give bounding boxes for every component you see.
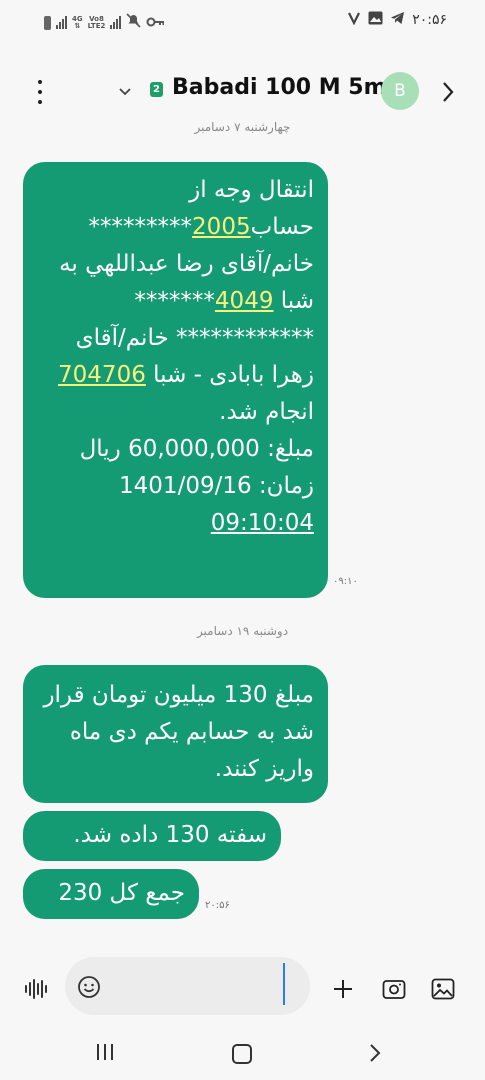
date-separator: چهارشنبه ۷ دسامبر xyxy=(194,120,291,134)
message-text: سفته 130 داده شد. xyxy=(73,822,267,848)
date-separator: دوشنبه ۱۹ دسامبر xyxy=(196,624,289,638)
status-icons-left: 4G ⇅ Vo8 LTE2 xyxy=(44,13,165,32)
message-text: جمع کل 230 xyxy=(58,880,185,906)
voice-input-icon[interactable] xyxy=(25,979,47,999)
message-text: ******* xyxy=(134,288,215,314)
message-text: انجام شد. xyxy=(219,399,314,425)
account-number-link[interactable]: 2005 xyxy=(192,214,251,240)
camera-icon[interactable] xyxy=(382,978,406,1004)
message-text: ********* xyxy=(88,214,193,240)
message-bubble[interactable]: انتقال وجه از حساب2005********* خانم/آقا… xyxy=(23,162,328,598)
telegram-icon xyxy=(390,10,405,29)
time-label: زمان: xyxy=(251,473,314,499)
volte-badge-icon: Vo8 LTE2 xyxy=(87,14,106,30)
amount-unit: ریال xyxy=(79,436,129,462)
amount-value: 60,000,000 xyxy=(128,436,260,462)
key-icon xyxy=(146,13,165,32)
status-icons-right: ۲۰:۵۶ xyxy=(347,10,447,29)
signal-bars-icon xyxy=(56,16,67,29)
conversation-header: 2 Babadi 100 M 5m B xyxy=(0,60,485,122)
battery-icon xyxy=(44,15,51,30)
mute-icon xyxy=(126,13,141,32)
sheba-number-link[interactable]: 4049 xyxy=(215,288,274,314)
back-button[interactable] xyxy=(368,1042,382,1068)
reference-number-link[interactable]: 704706 xyxy=(58,362,146,388)
gallery-icon[interactable] xyxy=(431,978,455,1004)
contact-name[interactable]: Babadi 100 M 5m xyxy=(172,75,387,100)
plus-icon[interactable] xyxy=(332,978,354,1004)
chevron-right-icon[interactable] xyxy=(440,80,456,108)
image-icon xyxy=(368,10,383,29)
home-button[interactable] xyxy=(232,1044,252,1064)
more-options-icon[interactable] xyxy=(30,80,50,104)
message-bubble[interactable]: مبلغ 130 میلیون تومان قرار شد به حسابم ی… xyxy=(23,665,328,803)
text-cursor xyxy=(283,963,285,1005)
check-icon xyxy=(347,10,361,29)
transaction-time-link[interactable]: 09:10:04 xyxy=(211,510,314,536)
emoji-icon[interactable] xyxy=(77,975,101,1003)
message-bubble[interactable]: جمع کل 230 xyxy=(23,869,199,919)
message-bubble[interactable]: سفته 130 داده شد. xyxy=(23,811,281,861)
status-time: ۲۰:۵۶ xyxy=(412,11,447,28)
chevron-down-icon[interactable] xyxy=(118,82,132,101)
status-bar: 4G ⇅ Vo8 LTE2 ۲۰:۵۶ xyxy=(0,0,485,44)
message-input[interactable] xyxy=(65,957,310,1015)
amount-label: مبلغ: xyxy=(259,436,314,462)
message-time: ۲۰:۵۶ xyxy=(205,900,230,911)
avatar[interactable]: B xyxy=(381,72,419,110)
network-badge-icon: 4G ⇅ xyxy=(72,14,83,30)
message-text: مبلغ 130 میلیون تومان قرار شد به حسابم ی… xyxy=(43,682,314,782)
message-time: ۰۹:۱۰ xyxy=(333,576,358,587)
sim-badge: 2 xyxy=(150,82,163,97)
system-navigation-bar xyxy=(0,1030,485,1080)
transaction-date: 1401/09/16 xyxy=(119,473,252,499)
signal-bars-2-icon xyxy=(110,16,122,29)
recent-apps-button[interactable] xyxy=(97,1044,113,1060)
compose-bar xyxy=(0,955,485,1025)
